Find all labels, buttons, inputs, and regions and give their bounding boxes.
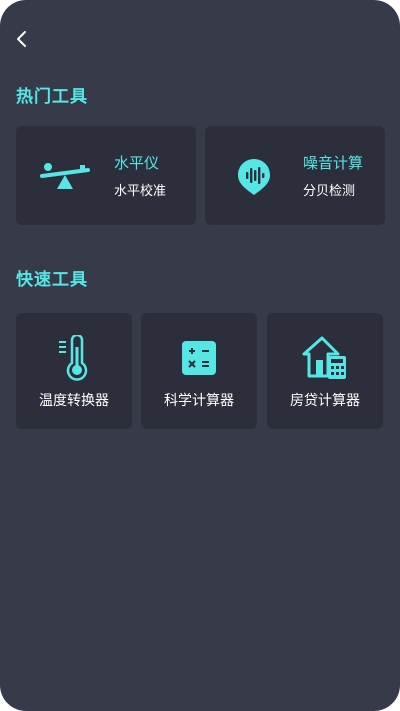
sound-wave-pin-icon — [227, 156, 281, 196]
hot-tool-title: 水平仪 — [114, 154, 160, 172]
quick-tool-label: 房贷计算器 — [290, 393, 360, 409]
seesaw-level-icon — [38, 156, 92, 196]
hot-tool-card-noise[interactable]: 噪音计算 分贝检测 — [205, 126, 385, 225]
quick-tool-card-mortgage-calculator[interactable]: 房贷计算器 — [267, 313, 383, 429]
quick-tool-label: 温度转换器 — [39, 393, 109, 409]
calculator-icon — [141, 335, 257, 381]
hot-tool-title: 噪音计算 — [303, 154, 364, 172]
chevron-left-icon — [17, 31, 26, 47]
quick-tools-title: 快速工具 — [16, 270, 88, 290]
hot-tool-subtitle: 分贝检测 — [303, 184, 356, 199]
quick-tool-label: 科学计算器 — [164, 393, 234, 409]
quick-tool-card-scientific-calculator[interactable]: 科学计算器 — [141, 313, 257, 429]
back-button[interactable] — [8, 24, 36, 54]
thermometer-icon — [16, 335, 132, 381]
hot-tool-subtitle: 水平校准 — [114, 184, 167, 199]
quick-tool-card-temperature[interactable]: 温度转换器 — [16, 313, 132, 429]
house-calculator-icon — [267, 335, 383, 381]
hot-tool-card-level[interactable]: 水平仪 水平校准 — [16, 126, 196, 225]
tools-screen: 热门工具 水平仪 水平校准 噪音计算 分贝检测 快速工具 温度转换器 科学计算器… — [0, 0, 400, 711]
hot-tools-title: 热门工具 — [16, 87, 88, 107]
